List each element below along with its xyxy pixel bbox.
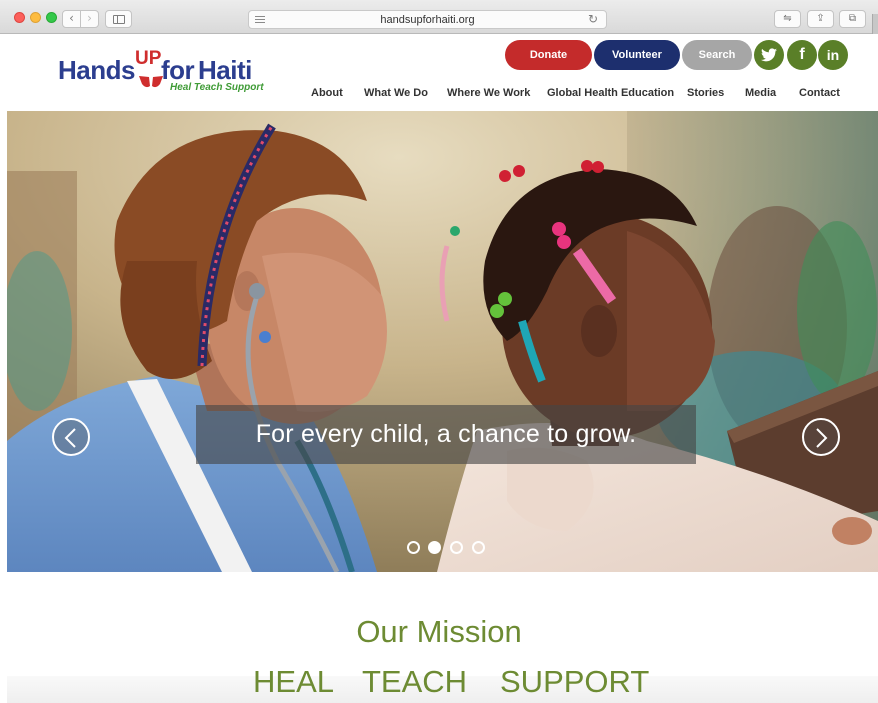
chevron-left-icon: ‹ (69, 11, 74, 25)
nav-item-about[interactable]: About (311, 87, 343, 99)
sidebar-toggle-button[interactable] (105, 10, 132, 28)
linkedin-link[interactable]: in (818, 40, 848, 70)
sidebar-icon (113, 15, 125, 24)
minimize-window-button[interactable] (30, 12, 41, 23)
browser-toolbar: ‹ › handsupforhaiti.org ↻ ⇋ ⇪ ⧉ (0, 0, 878, 34)
carousel-dot-4[interactable] (472, 541, 485, 554)
extension-icon: ⇋ (783, 13, 792, 24)
hero-caption: For every child, a chance to grow. (196, 405, 696, 464)
tabs-overview-button[interactable]: ⧉ (839, 10, 866, 28)
carousel-prev-button[interactable] (52, 418, 90, 456)
tabs-icon: ⧉ (848, 13, 857, 24)
nav-item-stories[interactable]: Stories (687, 87, 724, 99)
facebook-link[interactable]: f (787, 40, 817, 70)
nav-item-media[interactable]: Media (745, 87, 776, 99)
back-button[interactable]: ‹ (62, 10, 81, 28)
linkedin-icon: in (826, 47, 840, 63)
chevron-left-icon (64, 428, 76, 448)
share-button[interactable]: ⇪ (807, 10, 834, 28)
logo-up-text: UP (135, 48, 162, 69)
hero-carousel: For every child, a chance to grow. (7, 111, 878, 572)
hero-photo (7, 111, 878, 572)
twitter-icon (761, 48, 777, 62)
forward-button[interactable]: › (80, 10, 99, 28)
mission-pillar-support: SUPPORT (500, 664, 650, 699)
carousel-dot-1[interactable] (407, 541, 420, 554)
nav-item-global-health-education[interactable]: Global Health Education (547, 87, 674, 99)
site-header: Hands UP for Haiti Heal Teach Support Do… (0, 35, 878, 111)
url-text: handsupforhaiti.org (380, 14, 475, 26)
facebook-icon: f (799, 46, 805, 63)
search-button[interactable]: Search (682, 40, 752, 70)
chevron-right-icon: › (87, 11, 92, 25)
carousel-next-button[interactable] (802, 418, 840, 456)
main-navigation: About What We Do Where We Work Global He… (0, 87, 878, 103)
new-tab-edge (872, 14, 878, 34)
donate-button[interactable]: Donate (505, 40, 592, 70)
nav-item-what-we-do[interactable]: What We Do (364, 87, 428, 99)
reload-icon[interactable]: ↻ (588, 12, 598, 26)
mission-heading: Our Mission (356, 614, 522, 649)
volunteer-button[interactable]: Volunteer (594, 40, 680, 70)
mission-pillar-teach: TEACH (362, 664, 468, 699)
mission-pillar-heal: HEAL (253, 664, 334, 699)
chevron-right-icon (816, 428, 828, 448)
address-bar[interactable]: handsupforhaiti.org ↻ (248, 10, 607, 29)
logo-hands-text: Hands (58, 55, 135, 85)
carousel-dot-3[interactable] (450, 541, 463, 554)
carousel-indicators (407, 541, 487, 555)
zoom-window-button[interactable] (46, 12, 57, 23)
close-window-button[interactable] (14, 12, 25, 23)
carousel-dot-2[interactable] (428, 541, 441, 554)
twitter-link[interactable] (754, 40, 784, 70)
share-icon: ⇪ (816, 13, 825, 24)
nav-item-contact[interactable]: Contact (799, 87, 840, 99)
nav-item-where-we-work[interactable]: Where We Work (447, 87, 530, 99)
extensions-button[interactable]: ⇋ (774, 10, 801, 28)
